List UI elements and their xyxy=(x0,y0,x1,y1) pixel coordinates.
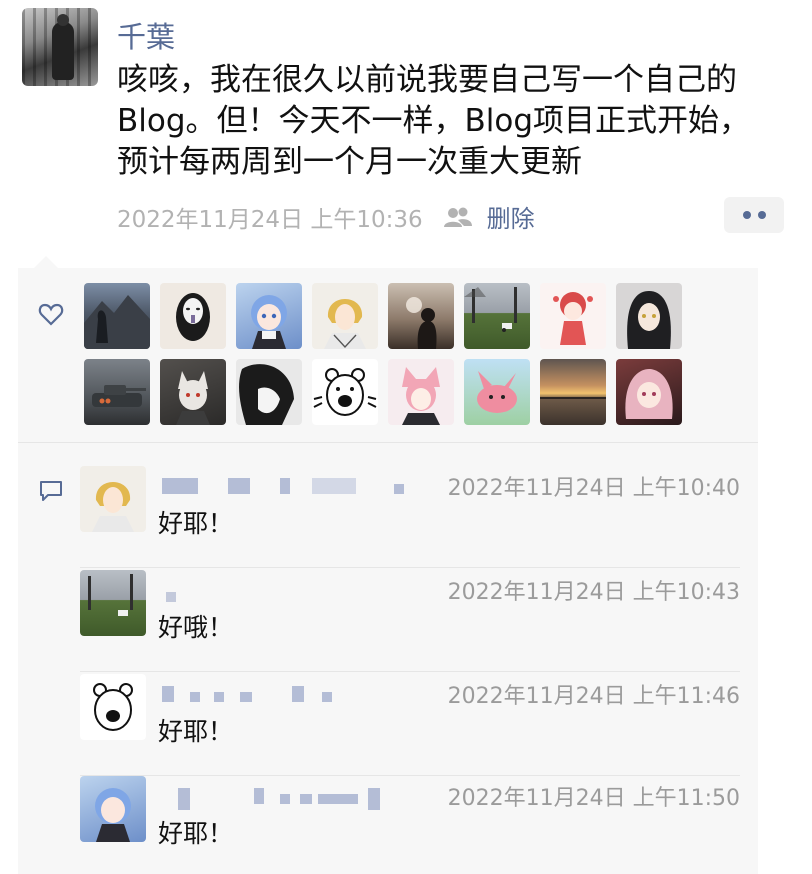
author-avatar[interactable] xyxy=(22,8,98,86)
author-name[interactable]: 千葉 xyxy=(117,14,175,56)
like-avatar-blue-hair[interactable] xyxy=(236,283,302,349)
like-avatar-mountain[interactable] xyxy=(84,283,150,349)
like-avatar-bear-sketch[interactable] xyxy=(312,359,378,425)
delete-button[interactable]: 删除 xyxy=(487,199,535,234)
comment-item[interactable]: 2022年11月24日 上午11:50 好耶！ xyxy=(80,776,740,874)
comment-item[interactable]: 2022年11月24日 上午10:43 好哦！ xyxy=(80,570,740,672)
comment-text: 好耶！ xyxy=(158,819,234,848)
comment-text: 好耶！ xyxy=(158,717,234,746)
post-meta: 2022年11月24日 上午10:36 删除 xyxy=(117,199,535,234)
like-avatar-pink-hair[interactable] xyxy=(616,359,682,425)
panel-pointer xyxy=(34,256,58,268)
comment-avatar-blonde[interactable] xyxy=(80,466,146,532)
avatar-figure xyxy=(52,14,74,80)
like-avatar-dark-hair[interactable] xyxy=(616,283,682,349)
like-avatar-blonde[interactable] xyxy=(312,283,378,349)
like-avatar-tank[interactable] xyxy=(84,359,150,425)
comment-item[interactable]: 2022年11月24日 上午11:46 好耶！ xyxy=(80,674,740,776)
heart-icon xyxy=(38,303,64,327)
comment-icon xyxy=(38,480,64,502)
comment-separator xyxy=(80,567,740,568)
comment-text: 好耶！ xyxy=(158,509,234,538)
like-avatar-park[interactable] xyxy=(464,283,530,349)
friends-visibility-icon[interactable] xyxy=(443,206,473,228)
comment-avatar-park[interactable] xyxy=(80,570,146,636)
more-dot-icon xyxy=(757,211,766,219)
comment-author-redacted[interactable] xyxy=(162,784,422,810)
comment-separator xyxy=(80,671,740,672)
comment-author-redacted[interactable] xyxy=(162,578,422,604)
comment-time: 2022年11月24日 上午10:43 xyxy=(447,580,740,605)
more-actions-button[interactable] xyxy=(724,197,784,233)
like-avatar-no-face[interactable] xyxy=(160,283,226,349)
more-dot-icon xyxy=(742,211,751,219)
likes-grid xyxy=(84,283,682,425)
comment-avatar-bear-sketch[interactable] xyxy=(80,674,146,740)
comment-time: 2022年11月24日 上午11:50 xyxy=(447,786,740,811)
like-avatar-silhouette[interactable] xyxy=(388,283,454,349)
comment-item[interactable]: 2022年11月24日 上午10:40 好耶！ xyxy=(80,466,740,568)
comment-time: 2022年11月24日 上午10:40 xyxy=(447,476,740,501)
post-timestamp: 2022年11月24日 上午10:36 xyxy=(117,206,423,233)
likes-comments-divider xyxy=(18,442,758,443)
like-avatar-red-chibi[interactable] xyxy=(540,283,606,349)
comment-time: 2022年11月24日 上午11:46 xyxy=(447,684,740,709)
comment-avatar-blue-hair[interactable] xyxy=(80,776,146,842)
comment-author-redacted[interactable] xyxy=(162,474,422,500)
like-avatar-sunset[interactable] xyxy=(540,359,606,425)
comment-author-redacted[interactable] xyxy=(162,682,422,708)
post-text: 咳咳，我在很久以前说我要自己写一个自己的Blog。但！今天不一样，Blog项目正… xyxy=(117,62,751,180)
like-avatar-white-cat[interactable] xyxy=(160,359,226,425)
like-avatar-manga[interactable] xyxy=(236,359,302,425)
like-avatar-pink-cat[interactable] xyxy=(388,359,454,425)
comment-text: 好哦！ xyxy=(158,613,234,642)
like-avatar-pink-creature[interactable] xyxy=(464,359,530,425)
